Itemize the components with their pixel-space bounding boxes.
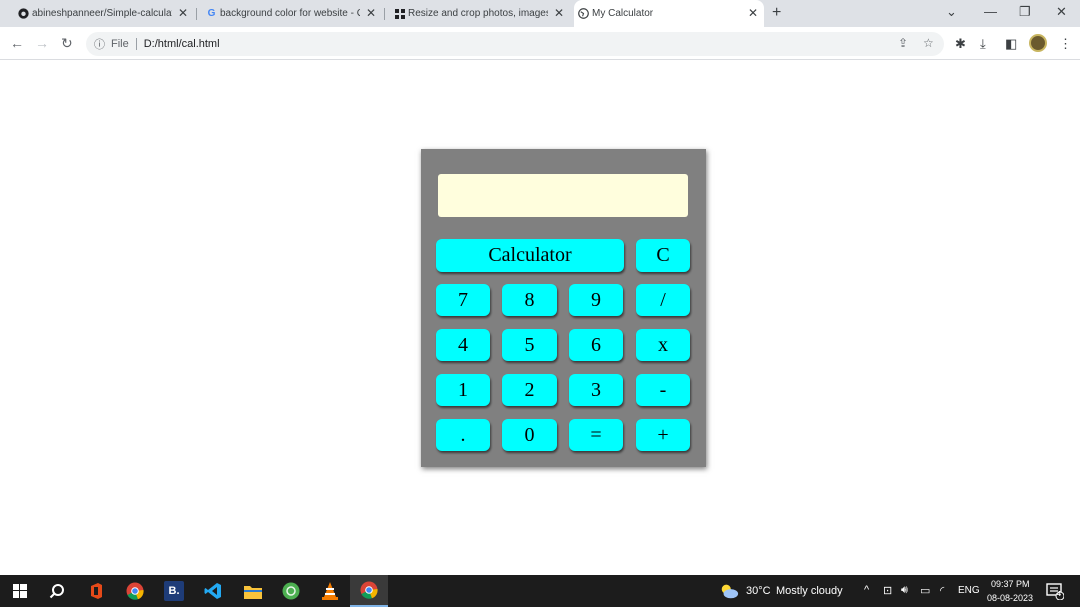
windows-start-icon[interactable] <box>10 581 30 601</box>
minus-button[interactable]: - <box>636 374 690 406</box>
key-8[interactable]: 8 <box>502 284 557 316</box>
calculator-display[interactable] <box>438 174 688 217</box>
browser-toolbar: ← → ↻ ⓘ File D:/html/cal.html ⇪ ☆ ✱ ⤓ ◧ … <box>0 27 1080 60</box>
file-explorer-icon[interactable] <box>243 581 263 601</box>
plus-button[interactable]: + <box>636 419 690 451</box>
clock-time[interactable]: 09:37 PM <box>991 579 1030 589</box>
close-tab-icon[interactable]: ✕ <box>366 6 376 20</box>
extensions-puzzle-icon[interactable]: ✱ <box>955 36 966 52</box>
clock-date[interactable]: 08-08-2023 <box>987 593 1033 603</box>
bookmark-star-icon[interactable]: ☆ <box>923 36 934 50</box>
calculator: Calculator C 7 8 9 / 4 5 6 x 1 2 3 - . 0… <box>421 149 706 467</box>
new-tab-button[interactable]: + <box>772 4 781 22</box>
wifi-icon[interactable]: ◜ <box>940 584 944 597</box>
notification-count: 4 <box>1057 591 1061 598</box>
windows-taskbar: B. 30°C Mostly cloudy ^ ⊡ 🔊︎ ▭ ◜ ENG 09:… <box>0 575 1080 607</box>
back-icon[interactable]: ← <box>10 35 24 51</box>
equals-button[interactable]: = <box>569 419 623 451</box>
key-7[interactable]: 7 <box>436 284 490 316</box>
battery-icon[interactable]: ▭ <box>920 584 930 597</box>
vlc-icon[interactable] <box>320 581 340 601</box>
reload-icon[interactable]: ↻ <box>61 35 73 52</box>
globe-icon <box>578 8 589 19</box>
b-app-icon[interactable]: B. <box>164 581 184 601</box>
office-icon[interactable] <box>86 581 106 601</box>
tab-search-chevron-icon[interactable]: ⌄ <box>946 4 957 20</box>
close-tab-icon[interactable]: ✕ <box>748 6 758 20</box>
tab-github[interactable]: abineshpanneer/Simple-calculato ✕ <box>14 0 194 27</box>
key-2[interactable]: 2 <box>502 374 557 406</box>
tab-divider <box>196 8 197 20</box>
tab-title: abineshpanneer/Simple-calculato <box>32 8 172 19</box>
google-icon: G <box>207 8 216 19</box>
tab-title: My Calculator <box>592 8 654 19</box>
info-icon[interactable]: ⓘ <box>94 36 105 52</box>
side-panel-icon[interactable]: ◧ <box>1005 36 1017 52</box>
address-bar[interactable]: ⓘ File D:/html/cal.html ⇪ ☆ <box>86 32 944 56</box>
weather-temperature[interactable]: 30°C <box>746 585 771 597</box>
key-9[interactable]: 9 <box>569 284 623 316</box>
volume-icon[interactable]: 🔊︎ <box>901 584 908 597</box>
tab-my-calculator[interactable]: My Calculator ✕ <box>574 0 764 27</box>
profile-avatar[interactable] <box>1029 34 1047 52</box>
search-icon[interactable] <box>47 581 67 601</box>
scheme-label: File <box>111 38 129 50</box>
key-3[interactable]: 3 <box>569 374 623 406</box>
tab-google[interactable]: G background color for website - G ✕ <box>202 0 382 27</box>
tab-resize[interactable]: Resize and crop photos, images o ✕ <box>390 0 570 27</box>
tab-title: Resize and crop photos, images o <box>408 8 548 19</box>
close-tab-icon[interactable]: ✕ <box>178 6 188 20</box>
multiply-button[interactable]: x <box>636 329 690 361</box>
key-5[interactable]: 5 <box>502 329 557 361</box>
tab-title: background color for website - G <box>220 8 360 19</box>
github-icon <box>18 8 29 19</box>
calculator-title-key[interactable]: Calculator <box>436 239 624 272</box>
key-0[interactable]: 0 <box>502 419 557 451</box>
download-icon[interactable]: ⤓ <box>980 36 986 52</box>
vscode-icon[interactable] <box>203 581 223 601</box>
key-1[interactable]: 1 <box>436 374 490 406</box>
key-4[interactable]: 4 <box>436 329 490 361</box>
weather-cloud-icon[interactable] <box>719 581 739 601</box>
menu-kebab-icon[interactable]: ⋮ <box>1059 36 1072 52</box>
grid-icon <box>394 8 405 19</box>
address-divider <box>135 38 137 50</box>
chrome-icon[interactable] <box>125 581 145 601</box>
tab-strip: abineshpanneer/Simple-calculato ✕ G back… <box>0 0 1080 27</box>
notification-center-icon[interactable]: 4 <box>1045 581 1065 601</box>
minimize-icon[interactable]: — <box>984 4 997 19</box>
meet-now-icon[interactable]: ⊡ <box>883 584 892 597</box>
decimal-point-button[interactable]: . <box>436 419 490 451</box>
weather-condition[interactable]: Mostly cloudy <box>776 585 843 597</box>
close-window-icon[interactable]: ✕ <box>1056 4 1067 20</box>
tab-divider <box>384 8 385 20</box>
key-6[interactable]: 6 <box>569 329 623 361</box>
url-text[interactable]: D:/html/cal.html <box>144 38 220 50</box>
divide-button[interactable]: / <box>636 284 690 316</box>
restore-icon[interactable]: ❐ <box>1019 4 1031 20</box>
clear-button[interactable]: C <box>636 239 690 272</box>
language-indicator[interactable]: ENG <box>958 585 980 596</box>
app-green-circle-icon[interactable] <box>281 581 301 601</box>
show-hidden-icons-chevron-icon[interactable]: ^ <box>864 584 869 596</box>
forward-icon[interactable]: → <box>35 35 49 51</box>
chrome-active-icon[interactable] <box>350 575 388 607</box>
close-tab-icon[interactable]: ✕ <box>554 6 564 20</box>
share-icon[interactable]: ⇪ <box>898 36 908 50</box>
